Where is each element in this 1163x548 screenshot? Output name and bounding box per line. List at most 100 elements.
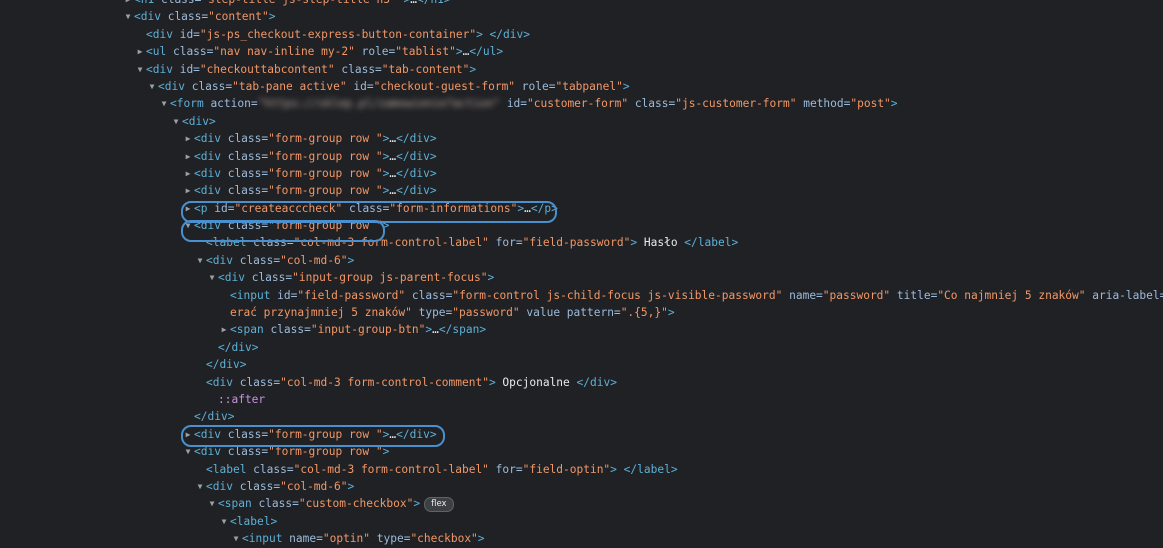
dom-node-row[interactable]: <input id="field-password" class="form-c… (0, 287, 1163, 304)
punctuation: < (230, 323, 237, 336)
text-node: Opcjonalne (502, 376, 569, 389)
dom-node-row[interactable]: ::after (0, 391, 1163, 408)
dom-node-row[interactable]: ▶<div class="form-group row ">…</div> (0, 426, 1163, 443)
tag-name: div (153, 63, 173, 76)
attribute-value: "optin" (323, 532, 370, 545)
attribute-name: aria-label= (1086, 289, 1163, 302)
attribute-value: "password" (823, 289, 890, 302)
dom-node-row[interactable]: ▼<div class="col-md-6"> (0, 478, 1163, 495)
dom-node-row[interactable]: ▼<div class="form-group row "> (0, 217, 1163, 234)
attribute-name: class= (221, 219, 268, 232)
attribute-name: name= (782, 289, 822, 302)
punctuation: > (444, 0, 451, 6)
flex-badge[interactable]: flex (424, 497, 453, 512)
expand-triangle-open-icon[interactable]: ▼ (183, 443, 193, 460)
collapsed-ellipsis: … (410, 0, 417, 6)
punctuation: > (430, 167, 437, 180)
expand-triangle-closed-icon[interactable]: ▶ (135, 43, 145, 60)
attribute-value: "password" (452, 306, 519, 319)
expand-triangle-closed-icon[interactable]: ▶ (183, 426, 193, 443)
punctuation: < (206, 376, 213, 389)
punctuation: < (146, 63, 153, 76)
punctuation: > (270, 515, 277, 528)
dom-node-row[interactable]: ▶<div class="form-group row ">…</div> (0, 130, 1163, 147)
dom-node-row[interactable]: ▼<div class="content"> (0, 8, 1163, 25)
expand-triangle-closed-icon[interactable]: ▶ (219, 321, 229, 338)
dom-node-row[interactable]: ▼<span class="custom-checkbox">flex (0, 495, 1163, 512)
dom-node-row[interactable]: ▼<div id="checkouttabcontent" class="tab… (0, 61, 1163, 78)
attribute-value: "col-md-3 form-control-label" (294, 236, 489, 249)
dom-node-row[interactable]: ▼<div class="input-group js-parent-focus… (0, 269, 1163, 286)
expand-triangle-open-icon[interactable]: ▼ (183, 217, 193, 234)
expand-triangle-open-icon[interactable]: ▼ (123, 8, 133, 25)
dom-node-row[interactable]: ▶<div class="form-group row ">…</div> (0, 148, 1163, 165)
tag-name: span (237, 323, 264, 336)
tag-name: p (201, 202, 208, 215)
punctuation: < (194, 428, 201, 441)
punctuation: > (469, 63, 476, 76)
attribute-name: class= (166, 45, 213, 58)
dom-node-row[interactable]: <div id="js-ps_checkout-express-button-c… (0, 26, 1163, 43)
punctuation: < (218, 497, 225, 510)
tag-name: div (201, 150, 221, 163)
punctuation: </ (396, 184, 409, 197)
expand-triangle-open-icon[interactable]: ▼ (231, 530, 241, 547)
dom-node-row[interactable]: <div class="col-md-3 form-control-commen… (0, 374, 1163, 391)
expand-triangle-open-icon[interactable]: ▼ (171, 113, 181, 130)
expand-triangle-closed-icon[interactable]: ▶ (183, 200, 193, 217)
node-markup: <p id="createacccheck" class="form-infor… (194, 200, 558, 217)
pseudo-element: ::after (218, 393, 265, 406)
expand-triangle-open-icon[interactable]: ▼ (219, 513, 229, 530)
tag-name: h1 (430, 0, 443, 6)
dom-node-row[interactable]: ▶<div class="form-group row ">…</div> (0, 165, 1163, 182)
dom-node-row[interactable]: ▼<input name="optin" type="checkbox"> (0, 530, 1163, 547)
dom-node-row[interactable]: </div> (0, 339, 1163, 356)
dom-node-row[interactable]: ▼<label> (0, 513, 1163, 530)
expand-triangle-closed-icon[interactable]: ▶ (183, 130, 193, 147)
dom-node-row[interactable]: ▼<div class="tab-pane active" id="checko… (0, 78, 1163, 95)
dom-node-row[interactable]: ▼<form action="https://sklep.pl/zamowien… (0, 95, 1163, 112)
dom-node-row[interactable]: ▼<div class="col-md-6"> (0, 252, 1163, 269)
punctuation: > (489, 376, 502, 389)
attribute-name: class= (161, 10, 208, 23)
expand-triangle-closed-icon[interactable]: ▶ (183, 148, 193, 165)
dom-node-row[interactable]: ▶<p id="createacccheck" class="form-info… (0, 200, 1163, 217)
punctuation: </ (439, 323, 452, 336)
dom-node-row[interactable]: ▶<h1 class="step-title js-step-title h3"… (0, 0, 1163, 8)
expand-triangle-open-icon[interactable]: ▼ (207, 495, 217, 512)
tag-name: div (201, 428, 221, 441)
dom-node-row[interactable]: ▼<div class="form-group row "> (0, 443, 1163, 460)
dom-node-row[interactable]: <label class="col-md-3 form-control-labe… (0, 461, 1163, 478)
expand-triangle-closed-icon[interactable]: ▶ (123, 0, 133, 8)
punctuation: > (383, 219, 390, 232)
node-markup: <label class="col-md-3 form-control-labe… (206, 234, 738, 251)
expand-triangle-open-icon[interactable]: ▼ (195, 252, 205, 269)
dom-node-row[interactable]: ▼<div> (0, 113, 1163, 130)
dom-node-row[interactable]: </div> (0, 356, 1163, 373)
tag-name: div (590, 376, 610, 389)
attribute-name: class= (233, 480, 280, 493)
expand-triangle-closed-icon[interactable]: ▶ (183, 165, 193, 182)
attribute-name: class= (245, 271, 292, 284)
tag-name: div (153, 28, 173, 41)
attribute-value: "customer-form" (527, 97, 628, 110)
expand-triangle-open-icon[interactable]: ▼ (159, 95, 169, 112)
expand-triangle-open-icon[interactable]: ▼ (207, 269, 217, 286)
attribute-name: type= (370, 532, 410, 545)
punctuation: </ (206, 358, 219, 371)
attribute-name: class= (221, 428, 268, 441)
dom-node-row[interactable]: </div> (0, 408, 1163, 425)
expand-triangle-open-icon[interactable]: ▼ (147, 78, 157, 95)
attribute-name: role= (355, 45, 395, 58)
punctuation: > (413, 497, 420, 510)
expand-triangle-open-icon[interactable]: ▼ (195, 478, 205, 495)
dom-node-row[interactable]: erać przynajmniej 5 znaków" type="passwo… (0, 304, 1163, 321)
expand-triangle-open-icon[interactable]: ▼ (135, 61, 145, 78)
dom-node-row[interactable]: <label class="col-md-3 form-control-labe… (0, 234, 1163, 251)
node-markup: </div> (206, 356, 246, 373)
punctuation: < (230, 289, 237, 302)
dom-node-row[interactable]: ▶<ul class="nav nav-inline my-2" role="t… (0, 43, 1163, 60)
dom-node-row[interactable]: ▶<div class="form-group row ">…</div> (0, 182, 1163, 199)
expand-triangle-closed-icon[interactable]: ▶ (183, 182, 193, 199)
dom-node-row[interactable]: ▶<span class="input-group-btn">…</span> (0, 321, 1163, 338)
